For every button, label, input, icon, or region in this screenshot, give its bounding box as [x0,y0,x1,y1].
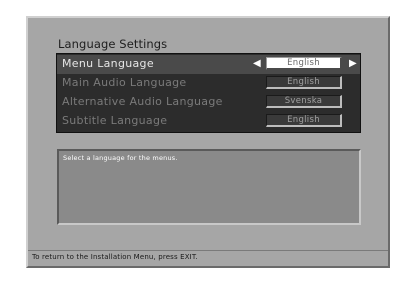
menu-language-label: Menu Language [62,57,154,70]
main-audio-language-label: Main Audio Language [62,76,187,89]
arrow-left-icon[interactable]: ◀ [253,57,261,70]
main-audio-language-row[interactable]: Main Audio Language English [57,74,360,93]
help-text: Select a language for the menus. [63,154,178,162]
divider [28,250,388,251]
menu-language-value[interactable]: English [266,57,342,70]
alternative-audio-language-row[interactable]: Alternative Audio Language Svenska [57,93,360,112]
menu-language-row[interactable]: Menu Language ◀ English ▶ [57,55,360,74]
language-menu: Menu Language ◀ English ▶ Main Audio Lan… [56,53,361,133]
subtitle-language-row[interactable]: Subtitle Language English [57,112,360,131]
alternative-audio-language-label: Alternative Audio Language [62,95,223,108]
footer-hint: To return to the Installation Menu, pres… [32,253,198,261]
subtitle-language-label: Subtitle Language [62,114,168,127]
arrow-right-icon[interactable]: ▶ [349,57,357,70]
subtitle-language-value[interactable]: English [266,114,342,127]
main-audio-language-value[interactable]: English [266,76,342,89]
page-title: Language Settings [58,37,168,51]
alternative-audio-language-value[interactable]: Svenska [266,95,342,108]
help-box: Select a language for the menus. [57,149,361,225]
